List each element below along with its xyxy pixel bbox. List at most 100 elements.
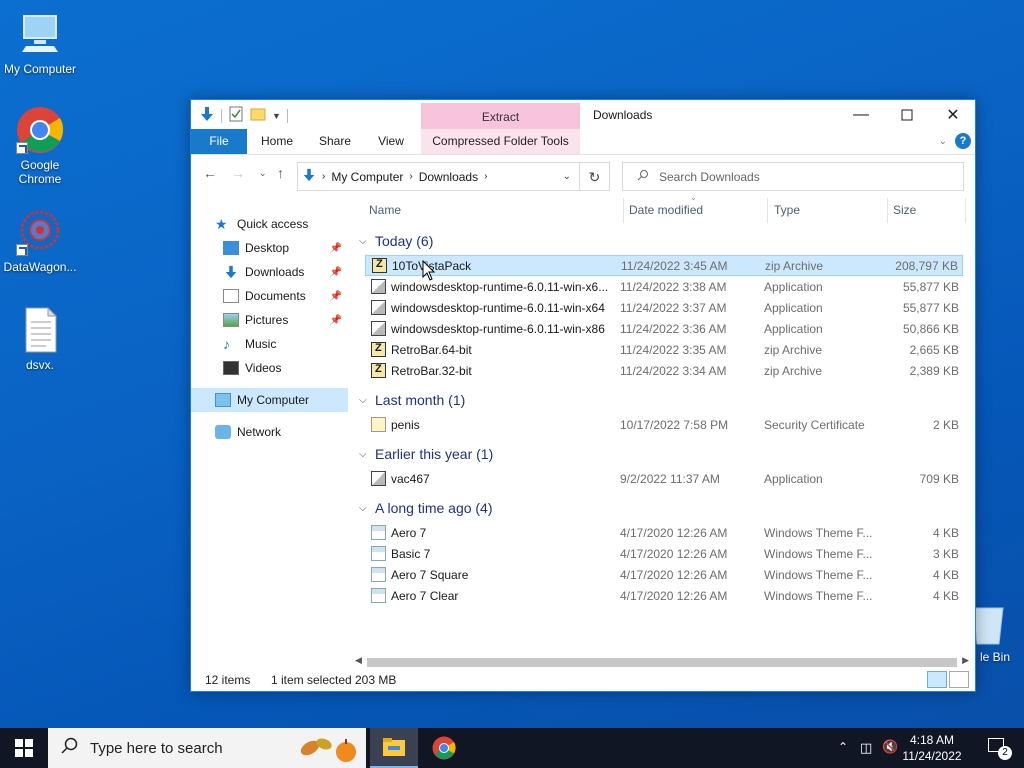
table-row[interactable]: windowsdesktop-runtime-6.0.11-win-x6... 1… — [365, 276, 963, 297]
column-header-type[interactable]: Type — [774, 193, 800, 227]
show-hidden-icons-chevron-icon[interactable]: ⌃ — [838, 740, 848, 754]
collapse-chevron-icon[interactable]: ⌵ — [359, 449, 373, 460]
minimize-button[interactable]: — — [838, 100, 884, 129]
pin-icon[interactable]: 📌 — [330, 315, 342, 326]
table-row[interactable]: Aero 7 Square 4/17/2020 12:26 AM Windows T… — [365, 564, 963, 585]
sidebar-item-my-computer[interactable]: My Computer — [191, 388, 348, 412]
taskbar-file-explorer[interactable] — [370, 728, 418, 768]
file-name-cell: vac467 — [371, 471, 615, 486]
table-row[interactable]: 10ToVistaPack 11/24/2022 3:45 AM zip Archi… — [365, 255, 963, 276]
breadcrumb-my-computer[interactable]: My Computer — [331, 170, 403, 184]
collapse-chevron-icon[interactable]: ⌵ — [359, 503, 373, 514]
desktop-icon-datawagon[interactable]: DataWagon... — [0, 208, 80, 274]
pin-icon[interactable]: 📌 — [330, 291, 342, 302]
theme-file-icon — [371, 588, 386, 603]
scroll-right-icon[interactable]: ▶ — [962, 655, 969, 666]
extract-context-tab[interactable]: Extract — [421, 103, 580, 129]
scroll-left-icon[interactable]: ◀ — [355, 655, 362, 666]
music-icon: ♪ — [223, 336, 230, 352]
forward-arrow-icon[interactable]: → — [231, 165, 245, 181]
file-type: Windows Theme F... — [764, 525, 873, 540]
sidebar-item-documents[interactable]: Documents 📌 — [191, 284, 348, 308]
file-size: 2,665 KB — [909, 342, 959, 357]
sidebar-item-downloads[interactable]: Downloads 📌 — [191, 260, 348, 284]
sidebar-item-videos[interactable]: Videos — [191, 356, 348, 380]
desktop-icon-my-computer[interactable]: My Computer — [0, 10, 80, 76]
table-row[interactable]: windowsdesktop-runtime-6.0.11-win-x64 11/… — [365, 297, 963, 318]
file-date: 4/17/2020 12:26 AM — [620, 567, 728, 582]
scrollbar-thumb[interactable] — [367, 658, 957, 667]
tab-share[interactable]: Share — [311, 129, 359, 154]
table-row[interactable]: RetroBar.64-bit 11/24/2022 3:35 AM zip Arc… — [365, 339, 963, 360]
file-size: 4 KB — [932, 588, 959, 603]
breadcrumb-chevron-icon[interactable]: › — [409, 171, 412, 182]
table-row[interactable]: windowsdesktop-runtime-6.0.11-win-x86 11/… — [365, 318, 963, 339]
tab-compressed-folder-tools[interactable]: Compressed Folder Tools — [421, 129, 580, 154]
file-name-cell: Basic 7 — [371, 546, 615, 561]
volume-muted-icon[interactable]: 🔇 — [882, 739, 898, 755]
properties-icon[interactable] — [228, 106, 244, 125]
table-row[interactable]: Aero 7 Clear 4/17/2020 12:26 AM Windows Th… — [365, 585, 963, 606]
up-arrow-icon[interactable]: ↑ — [277, 165, 284, 181]
breadcrumb-chevron-icon[interactable]: › — [322, 171, 325, 182]
large-icons-view-icon[interactable] — [949, 671, 969, 688]
pin-icon[interactable]: 📌 — [330, 267, 342, 278]
file-name-cell: RetroBar.32-bit — [371, 363, 615, 378]
table-row[interactable]: vac467 9/2/2022 11:37 AM Application 709 KB — [365, 468, 963, 489]
network-icon[interactable]: ◫ — [860, 740, 872, 756]
help-icon[interactable]: ? — [955, 133, 971, 149]
collapse-chevron-icon[interactable]: ⌵ — [359, 236, 373, 247]
breadcrumb-downloads[interactable]: Downloads — [419, 170, 478, 184]
back-arrow-icon[interactable]: ← — [203, 165, 217, 181]
tab-home[interactable]: Home — [253, 129, 301, 154]
group-header[interactable]: ⌵ Last month (1) — [359, 389, 465, 411]
column-header-name[interactable]: Name — [369, 193, 401, 227]
group-header[interactable]: ⌵ Today (6) — [359, 230, 433, 252]
collapse-chevron-icon[interactable]: ⌵ — [359, 395, 373, 406]
start-button[interactable] — [0, 728, 48, 768]
file-name-cell: penis — [371, 417, 615, 432]
file-size: 4 KB — [932, 525, 959, 540]
pin-icon[interactable]: 📌 — [330, 243, 342, 254]
desktop-icon-google-chrome[interactable]: Google Chrome — [0, 106, 80, 186]
file-type: Windows Theme F... — [764, 567, 873, 582]
file-name: windowsdesktop-runtime-6.0.11-win-x64 — [391, 300, 605, 315]
clock[interactable]: 4:18 AM 11/24/2022 — [902, 732, 962, 764]
desktop-icon-dsvx[interactable]: dsvx. — [0, 306, 80, 372]
expand-ribbon-chevron-icon[interactable]: ⌄ — [939, 136, 947, 147]
search-input[interactable]: Search Downloads — [622, 162, 964, 191]
downloads-location-icon — [302, 168, 316, 185]
details-view-icon[interactable] — [927, 671, 947, 688]
recent-locations-chevron-icon[interactable]: ⌄ — [259, 168, 267, 179]
taskbar-chrome[interactable] — [420, 728, 468, 768]
tab-view[interactable]: View — [367, 129, 415, 154]
address-bar[interactable]: › My Computer › Downloads › ⌄ — [297, 162, 580, 191]
group-header[interactable]: ⌵ Earlier this year (1) — [359, 443, 493, 465]
sidebar-item-desktop[interactable]: Desktop 📌 — [191, 236, 348, 260]
sidebar-item-quick-access[interactable]: ★ Quick access — [191, 212, 348, 236]
file-name: RetroBar.64-bit — [391, 342, 472, 357]
table-row[interactable]: Aero 7 4/17/2020 12:26 AM Windows Theme F.… — [365, 522, 963, 543]
refresh-button[interactable]: ↻ — [580, 162, 610, 191]
address-dropdown-icon[interactable]: ⌄ — [563, 171, 571, 182]
group-header[interactable]: ⌵ A long time ago (4) — [359, 497, 493, 519]
sidebar-item-label: Network — [237, 425, 282, 439]
chevron-down-icon[interactable]: ▼ — [272, 111, 281, 121]
system-tray: ⌃ ◫ 🔇 4:18 AM 11/24/2022 2 — [834, 728, 1024, 768]
table-row[interactable]: penis 10/17/2022 7:58 PM Security Certific… — [365, 414, 963, 435]
file-type: zip Archive — [764, 342, 823, 357]
column-header-size[interactable]: Size — [893, 193, 916, 227]
computer-icon — [215, 393, 231, 407]
sidebar-item-music[interactable]: ♪ Music — [191, 332, 348, 356]
tab-file[interactable]: File — [191, 129, 247, 154]
download-arrow-icon — [223, 265, 239, 279]
table-row[interactable]: Basic 7 4/17/2020 12:26 AM Windows Theme F… — [365, 543, 963, 564]
new-folder-icon[interactable] — [250, 106, 266, 125]
table-row[interactable]: RetroBar.32-bit 11/24/2022 3:34 AM zip Arc… — [365, 360, 963, 381]
sidebar-item-pictures[interactable]: Pictures 📌 — [191, 308, 348, 332]
sidebar-item-network[interactable]: Network — [191, 420, 348, 444]
close-button[interactable]: ✕ — [930, 100, 976, 129]
taskbar-search-input[interactable]: Type here to search — [48, 728, 366, 768]
maximize-button[interactable] — [884, 100, 930, 129]
breadcrumb-chevron-icon[interactable]: › — [484, 171, 487, 182]
